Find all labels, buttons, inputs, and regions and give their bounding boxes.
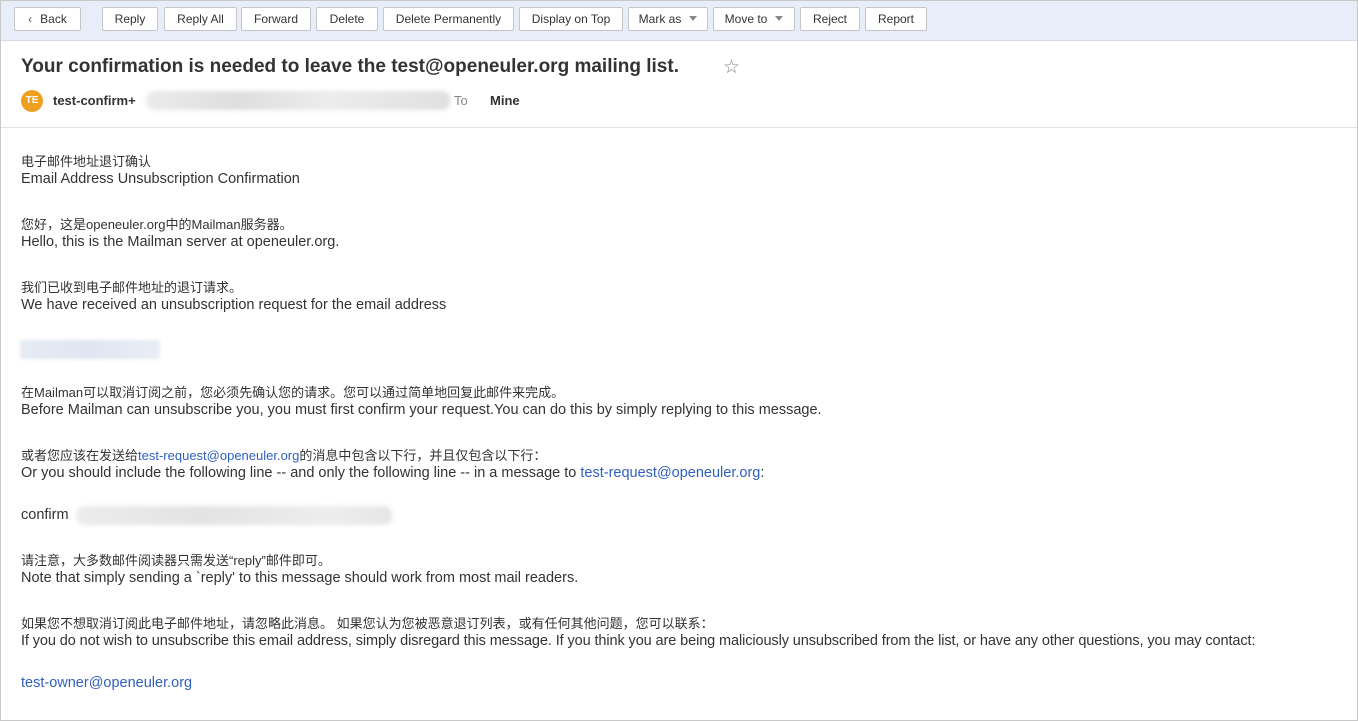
redacted-sender-address [146,91,450,110]
display-on-top-button[interactable]: Display on Top [519,7,623,31]
body-line: 我们已收到电子邮件地址的退订请求。 [21,280,243,295]
reject-button[interactable]: Reject [800,7,860,31]
text: 的消息中包含以下行，并且仅包含以下行： [299,448,547,463]
body-line: Before Mailman can unsubscribe you, you … [21,402,822,418]
move-to-label: Move to [724,12,768,26]
body-line: 在Mailman可以取消订阅之前，您必须先确认您的请求。您可以通过简单地回复此邮… [21,385,565,400]
star-icon[interactable]: ☆ [723,56,740,79]
chevron-down-icon [775,16,784,22]
mark-as-label: Mark as [638,12,682,26]
body-line: Email Address Unsubscription Confirmatio… [21,171,300,187]
text: Or you should include the following line… [21,465,581,481]
body-line: Or you should include the following line… [21,465,764,481]
chevron-down-icon [689,16,698,22]
text: 或者您应该在发送给 [21,448,139,463]
request-email-link[interactable]: test-request@openeuler.org [580,465,760,481]
confirm-label: confirm [21,507,69,523]
mail-toolbar: ‹ Back Reply Reply All Forward Delete Del… [1,1,1357,41]
body-line: 如果您不想取消订阅此电子邮件地址，请忽略此消息。 如果您认为您被恶意退订列表，或… [21,616,714,631]
reply-button[interactable]: Reply [102,7,158,31]
body-line: 或者您应该在发送给test-request@openeuler.org的消息中包… [21,445,546,464]
chevron-left-icon: ‹ [28,12,33,26]
text: : [760,465,765,481]
report-button[interactable]: Report [865,7,927,31]
to-label: To [454,93,468,108]
owner-email-link[interactable]: test-owner@openeuler.org [21,675,192,691]
forward-button[interactable]: Forward [241,7,311,31]
avatar: TE [21,90,43,112]
delete-button[interactable]: Delete [316,7,378,31]
body-line: If you do not wish to unsubscribe this e… [21,633,1256,649]
body-line: Hello, this is the Mailman server at ope… [21,234,340,250]
mark-as-dropdown[interactable]: Mark as [628,7,708,31]
mail-subject: Your confirmation is needed to leave the… [21,56,679,77]
delete-permanently-button[interactable]: Delete Permanently [383,7,514,31]
header-divider [1,127,1357,128]
recipient[interactable]: Mine [490,93,520,108]
back-button[interactable]: ‹ Back [14,7,81,31]
redacted-email-address [20,340,160,359]
request-email-link[interactable]: test-request@openeuler.org [138,448,299,463]
back-label: Back [40,12,67,26]
body-line: 请注意，大多数邮件阅读器只需发送“reply”邮件即可。 [21,553,331,568]
body-line: Note that simply sending a `reply' to th… [21,570,579,586]
body-line: We have received an unsubscription reque… [21,297,447,313]
body-line: 您好，这是openeuler.org中的Mailman服务器。 [21,217,293,232]
sender-name[interactable]: test-confirm+ [53,93,136,108]
move-to-dropdown[interactable]: Move to [713,7,795,31]
redacted-confirm-token [76,506,392,525]
reply-all-button[interactable]: Reply All [164,7,237,31]
body-line: 电子邮件地址退订确认 [21,154,152,169]
